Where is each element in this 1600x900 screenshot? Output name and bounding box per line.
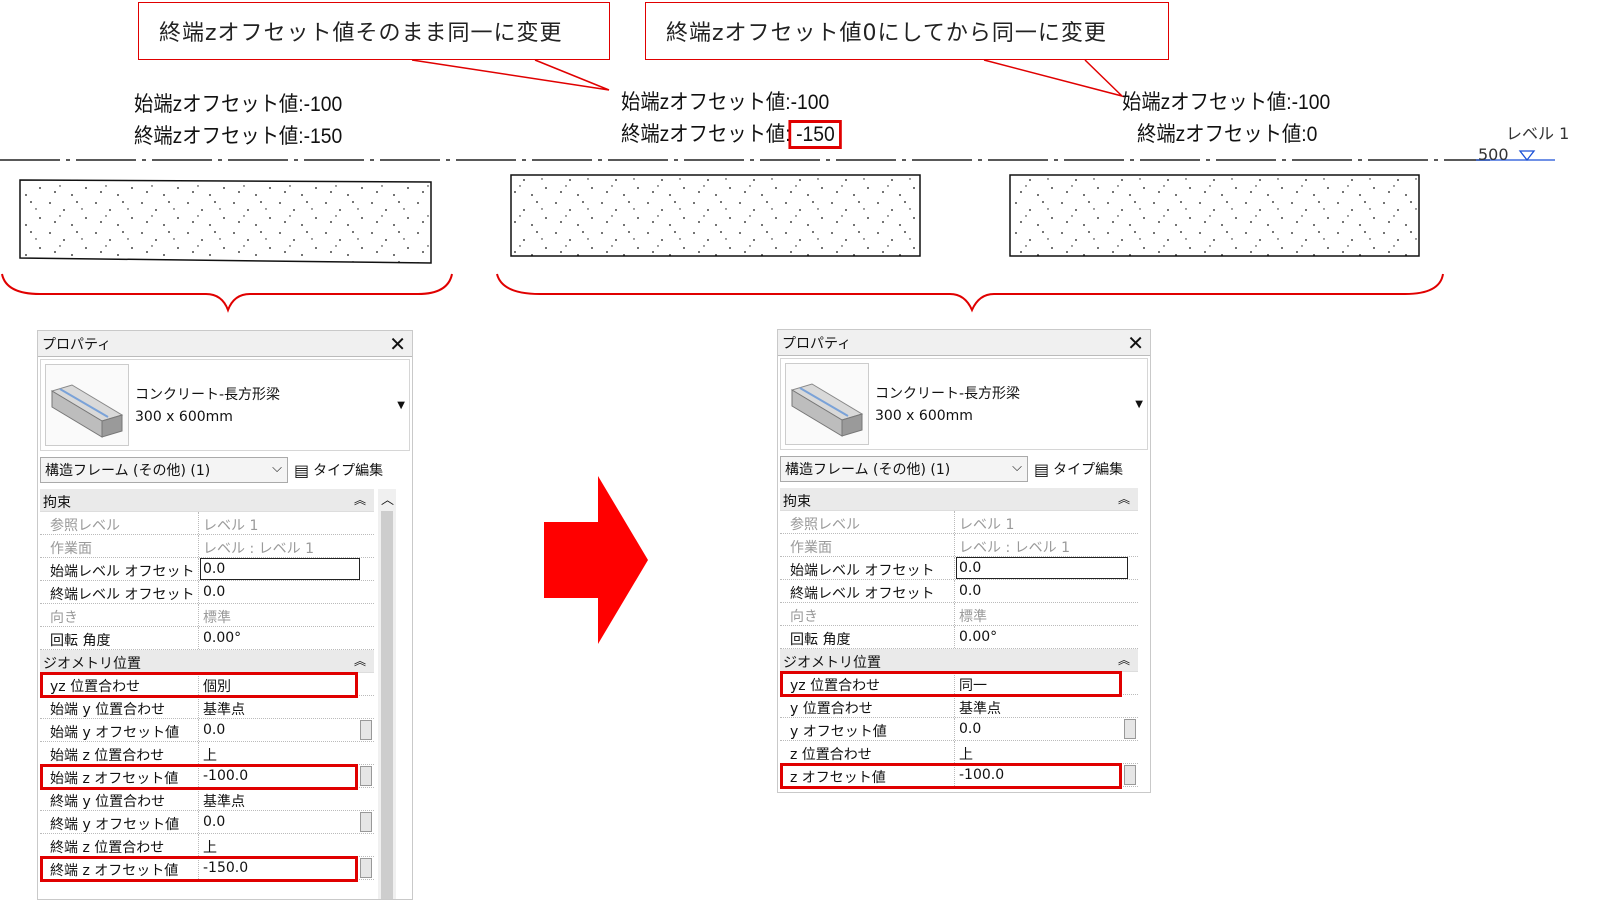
prop-row[interactable]: 終端 y オフセット値 0.0	[40, 811, 374, 834]
prop-row[interactable]: y 位置合わせ 基準点	[780, 695, 1138, 718]
value-scroll-handle[interactable]	[1124, 765, 1136, 785]
scrollbar-thumb[interactable]	[381, 511, 393, 899]
value-scroll-handle[interactable]	[360, 720, 372, 740]
panel-title-bar: プロパティ ✕	[778, 330, 1150, 356]
prop-row: 向き 標準	[780, 603, 1138, 626]
category-filter-select[interactable]: 構造フレーム (その他) (1) ⌵	[40, 457, 288, 483]
edit-type-button[interactable]: ▤ タイプ編集	[294, 457, 383, 483]
prop-row[interactable]: yz 位置合わせ 個別	[40, 673, 374, 696]
beam1	[19, 179, 432, 264]
chevron-down-icon: ⌵	[272, 461, 282, 476]
beam-thumbnail	[785, 363, 869, 445]
level-line	[0, 150, 1555, 162]
prop-row[interactable]: yz 位置合わせ 同一	[780, 672, 1138, 695]
prop-row[interactable]: 始端 z 位置合わせ上	[40, 742, 374, 765]
prop-row: 回転 角度 0.00°	[780, 626, 1138, 649]
edit-type-button[interactable]: ▤ タイプ編集	[1034, 456, 1123, 482]
section-geometry[interactable]: ジオメトリ位置 ︽	[40, 650, 374, 673]
prop-row: 終端レベル オフセット 0.0	[780, 580, 1138, 603]
beam3-end-label: 終端zオフセット値:0	[1137, 123, 1318, 146]
type-name: コンクリート-長方形梁 300 x 600mm	[875, 386, 1021, 424]
type-selector[interactable]: コンクリート-長方形梁 300 x 600mm ▼	[780, 358, 1148, 450]
panel-title: プロパティ	[42, 336, 112, 353]
red-braces	[1, 273, 1444, 313]
section-constraints[interactable]: 拘束 ︽	[40, 489, 374, 512]
dropdown-arrow-icon[interactable]: ▼	[397, 400, 405, 411]
beam2	[510, 174, 921, 257]
prop-row: 参照レベル レベル 1	[40, 512, 374, 535]
beam2-start-label: 始端zオフセット値:-100	[621, 91, 830, 114]
prop-row[interactable]: z オフセット値 -100.0	[780, 764, 1138, 787]
prop-row[interactable]: 始端 y 位置合わせ 基準点	[40, 696, 374, 719]
beam-thumbnail	[45, 364, 129, 446]
start-level-offset-input[interactable]	[956, 557, 1128, 579]
collapse-icon[interactable]: ︽	[354, 491, 366, 508]
properties-panel-right: プロパティ ✕ コンクリート-長方形梁 300 x 600mm ▼ 構造フレーム …	[777, 329, 1151, 793]
edit-type-icon: ▤	[294, 460, 310, 480]
category-filter-select[interactable]: 構造フレーム (その他) (1) ⌵	[780, 456, 1028, 482]
filter-row: 構造フレーム (その他) (1) ⌵ ▤ タイプ編集	[40, 455, 410, 485]
prop-row: 参照レベル レベル 1	[780, 511, 1138, 534]
dropdown-arrow-icon[interactable]: ▼	[1135, 399, 1143, 410]
beam3-start-label: 始端zオフセット値:-100	[1122, 91, 1331, 114]
beam2-end-label: 終端zオフセット値: -150	[621, 118, 843, 149]
value-scroll-handle[interactable]	[1124, 719, 1136, 739]
panel-title-bar: プロパティ ✕	[38, 331, 412, 357]
collapse-icon[interactable]: ︽	[1118, 490, 1130, 507]
panel-title: プロパティ	[782, 335, 852, 352]
prop-row[interactable]: 始端 z オフセット値 -100.0	[40, 765, 374, 788]
beam3	[1009, 174, 1420, 257]
level-name: レベル 1	[1506, 124, 1570, 143]
collapse-icon[interactable]: ︽	[1118, 651, 1130, 668]
filter-row: 構造フレーム (その他) (1) ⌵ ▤ タイプ編集	[780, 454, 1148, 484]
value-scroll-handle[interactable]	[360, 858, 372, 878]
prop-row[interactable]: z 位置合わせ上	[780, 741, 1138, 764]
close-icon[interactable]: ✕	[389, 332, 406, 356]
beam1-end-label: 終端zオフセット値:-150	[134, 125, 343, 148]
value-scroll-handle[interactable]	[360, 766, 372, 786]
edit-type-icon: ▤	[1034, 459, 1050, 479]
prop-row: 作業面 レベル : レベル 1	[40, 535, 374, 558]
type-name: コンクリート-長方形梁 300 x 600mm	[135, 387, 281, 425]
prop-row[interactable]: 終端 y 位置合わせ 基準点	[40, 788, 374, 811]
value-scroll-handle[interactable]	[360, 812, 372, 832]
panel-scrollbar[interactable]: ︿	[378, 489, 396, 899]
prop-row: 始端レベル オフセット 0.0	[40, 558, 374, 581]
prop-row: 向き 標準	[40, 604, 374, 627]
scroll-up-icon[interactable]: ︿	[381, 489, 394, 508]
prop-row: 終端レベル オフセット 0.0	[40, 581, 374, 604]
prop-row: 始端レベル オフセット 0.0	[780, 557, 1138, 580]
prop-row[interactable]: 始端 y オフセット値 0.0	[40, 719, 374, 742]
prop-row: 作業面 レベル : レベル 1	[780, 534, 1138, 557]
prop-row[interactable]: y オフセット値 0.0	[780, 718, 1138, 741]
close-icon[interactable]: ✕	[1127, 331, 1144, 355]
beam2-end-prefix: 終端zオフセット値:	[621, 123, 791, 146]
beam-sections	[19, 174, 1420, 264]
transition-arrow	[544, 476, 648, 644]
type-selector[interactable]: コンクリート-長方形梁 300 x 600mm ▼	[40, 359, 410, 451]
section-geometry[interactable]: ジオメトリ位置 ︽	[780, 649, 1138, 672]
collapse-icon[interactable]: ︽	[354, 652, 366, 669]
level-value: 500	[1478, 145, 1509, 164]
prop-row: 回転 角度 0.00°	[40, 627, 374, 650]
section-constraints[interactable]: 拘束 ︽	[780, 488, 1138, 511]
chevron-down-icon: ⌵	[1012, 460, 1022, 475]
prop-row[interactable]: 終端 z 位置合わせ上	[40, 834, 374, 857]
beam2-end-value: -150	[788, 120, 843, 149]
properties-panel-left: プロパティ ✕ コンクリート-長方形梁 300 x 600mm ▼ 構造フレーム …	[37, 330, 413, 900]
prop-row[interactable]: 終端 z オフセット値 -150.0	[40, 857, 374, 880]
beam1-start-label: 始端zオフセット値:-100	[134, 93, 343, 116]
